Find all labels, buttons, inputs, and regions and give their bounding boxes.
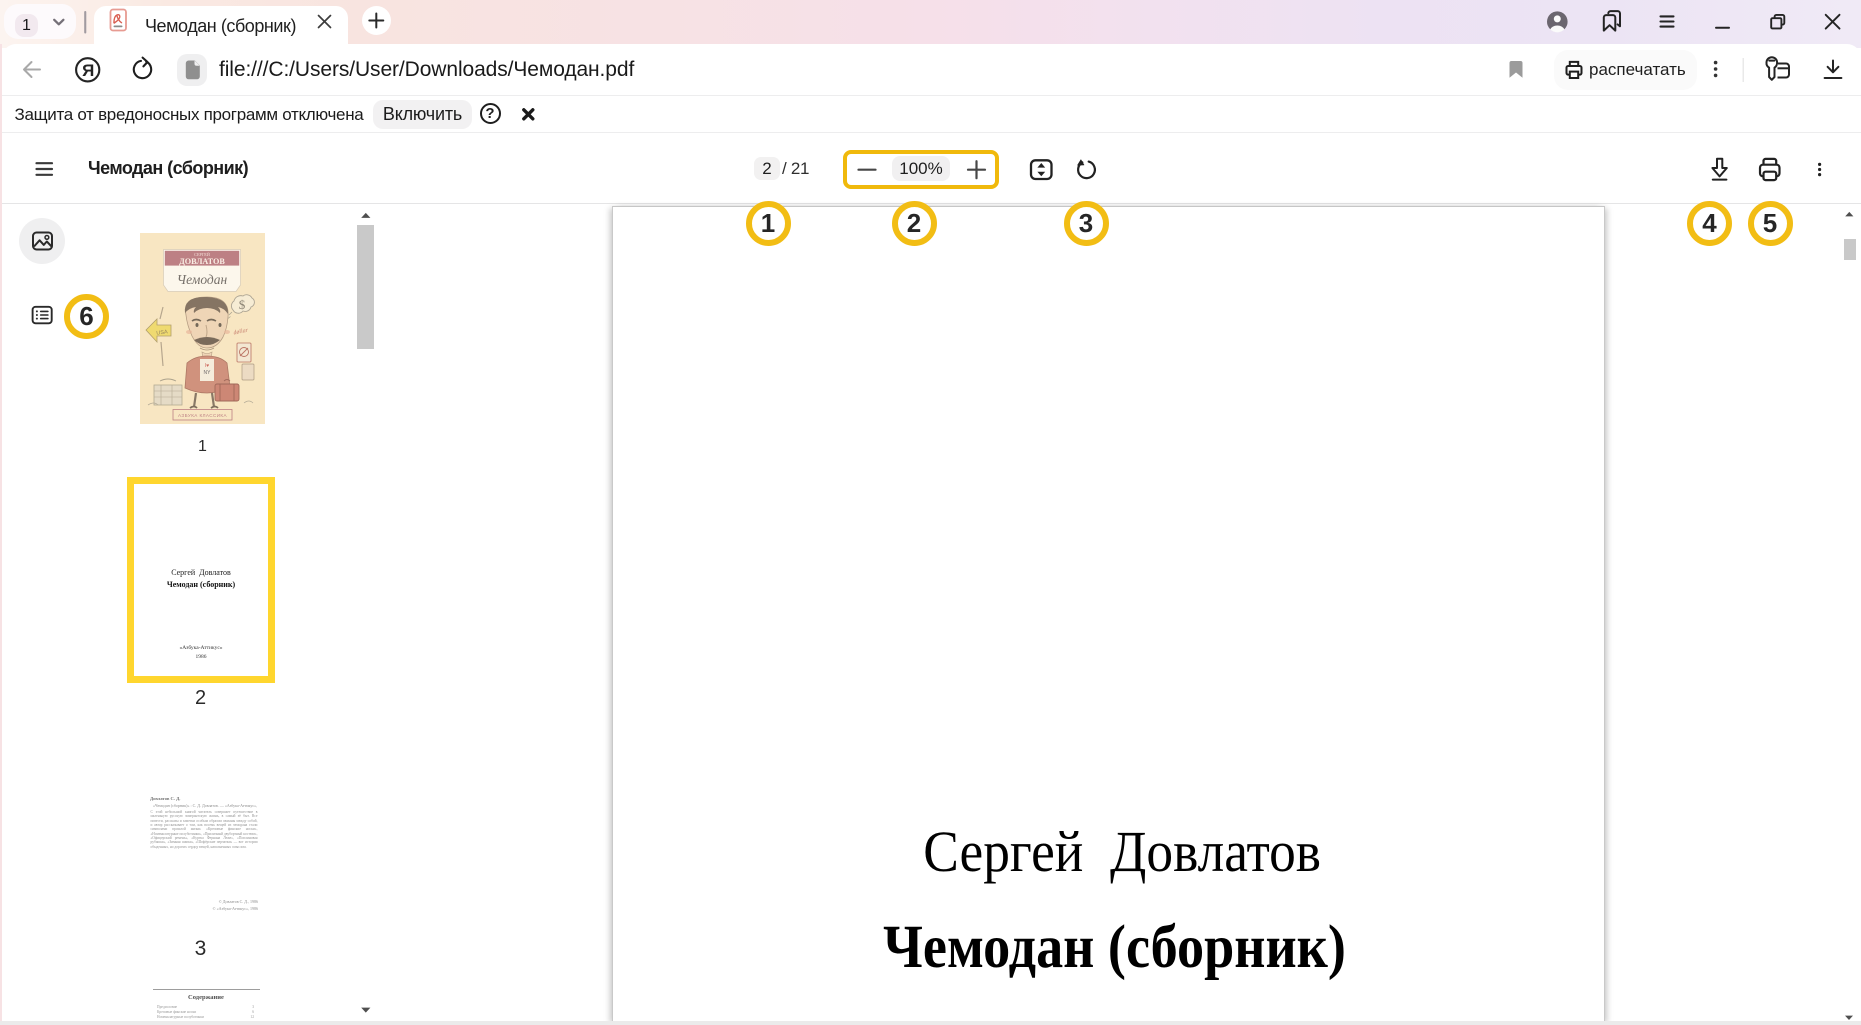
svg-text:Я: Я [82,61,94,80]
